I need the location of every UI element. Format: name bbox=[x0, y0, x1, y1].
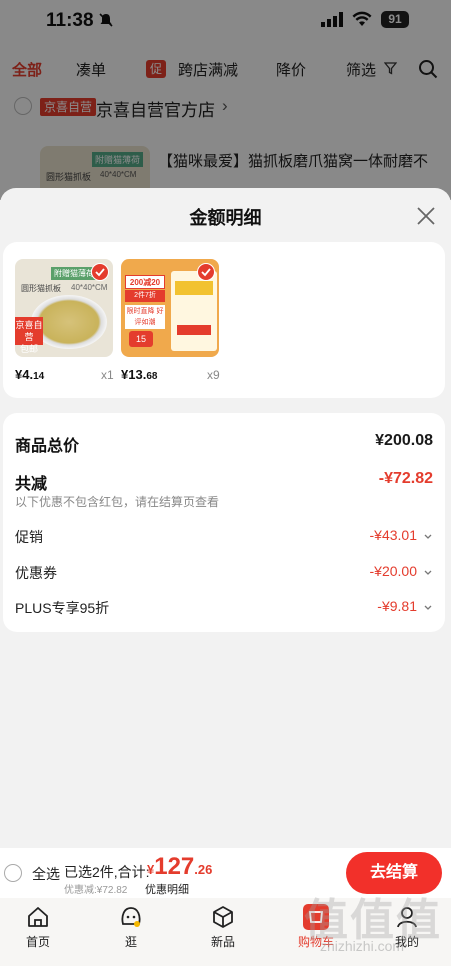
plus-discount-label: PLUS专享95折 bbox=[15, 600, 110, 616]
free-shipping-badge: 京喜自营 包邮 bbox=[15, 317, 43, 354]
tab-home-label: 首页 bbox=[25, 935, 50, 949]
chevron-down-icon bbox=[424, 570, 432, 575]
tab-browse[interactable]: 逛 bbox=[101, 904, 161, 950]
item-scratch-board[interactable]: 附赠猫薄荷 圆形猫抓板 40*40*CM 京喜自营 包邮 ¥4.14 x1 bbox=[15, 259, 114, 382]
image-tag: 附赠猫薄荷 bbox=[51, 267, 97, 280]
total-decimal: .26 bbox=[194, 862, 213, 877]
total-integer: 127 bbox=[154, 853, 195, 880]
check-icon bbox=[197, 263, 215, 281]
amount-detail-sheet: 金额明细 附赠猫薄荷 圆形猫抓板 40*40*CM 京喜自营 包邮 ¥4.14 … bbox=[0, 188, 451, 848]
bag-stripe bbox=[177, 325, 211, 335]
items-card: 附赠猫薄荷 圆形猫抓板 40*40*CM 京喜自营 包邮 ¥4.14 x1 20… bbox=[3, 242, 445, 398]
total-price: ¥127.26 bbox=[147, 853, 212, 881]
image-label: 圆形猫抓板 bbox=[21, 284, 61, 293]
tab-browse-label: 逛 bbox=[124, 935, 137, 949]
item-quantity: x9 bbox=[207, 368, 220, 382]
goods-total-label: 商品总价 bbox=[15, 438, 80, 455]
reduction-value: -¥72.82 bbox=[378, 470, 433, 487]
promo-price-tag: 15 bbox=[129, 331, 153, 347]
promotion-label: 促销 bbox=[15, 529, 43, 545]
item-price: ¥13.68 bbox=[121, 367, 157, 382]
chevron-down-icon bbox=[424, 534, 432, 539]
product-image: 附赠猫薄荷 圆形猫抓板 40*40*CM 京喜自营 包邮 bbox=[15, 259, 113, 357]
bag-label bbox=[175, 281, 213, 295]
selected-count-label: 已选2件,合计: bbox=[64, 864, 150, 880]
badge-line2: 包邮 bbox=[19, 344, 38, 354]
price-decimal: 68 bbox=[146, 371, 158, 382]
cart-page-background: 11:38 91 全部 凑单 促 跨店满减 降价 筛选 京喜自营 京喜自营官方店… bbox=[0, 0, 451, 200]
reduction-label: 共减 bbox=[15, 476, 48, 493]
litter-bag-graphic bbox=[171, 271, 217, 351]
select-all-label[interactable]: 全选 bbox=[32, 864, 60, 884]
goods-total-value: ¥200.08 bbox=[375, 432, 433, 449]
promo-price-drop: 限时直降 好评如潮 bbox=[125, 305, 165, 329]
box-icon bbox=[213, 906, 233, 928]
tab-new[interactable]: 新品 bbox=[193, 904, 253, 950]
item-quantity: x1 bbox=[101, 368, 114, 382]
image-size: 40*40*CM bbox=[71, 283, 108, 292]
price-decimal: 14 bbox=[33, 371, 45, 382]
sheet-title: 金额明细 bbox=[189, 208, 262, 228]
reduction-note: 以下优惠不包含红包，请在结算页查看 bbox=[15, 495, 220, 509]
tab-home[interactable]: 首页 bbox=[8, 904, 68, 950]
product-image: 200减20 2件7折 限时直降 好评如潮 15 bbox=[121, 259, 219, 357]
summary-card: 商品总价 ¥200.08 共减 -¥72.82 以下优惠不包含红包，请在结算页查… bbox=[3, 413, 445, 632]
chevron-down-icon bbox=[424, 605, 432, 610]
browse-face-icon bbox=[121, 907, 141, 927]
home-icon bbox=[28, 907, 48, 927]
promo-discount: 2件7折 bbox=[125, 290, 165, 302]
item-cat-litter[interactable]: 200减20 2件7折 限时直降 好评如潮 15 ¥13.68 x9 bbox=[121, 259, 220, 382]
tab-new-label: 新品 bbox=[210, 935, 235, 949]
watermark-url: zhizhizhi.com bbox=[320, 938, 405, 954]
price-integer: ¥13. bbox=[121, 367, 147, 382]
select-all-radio[interactable] bbox=[4, 864, 22, 882]
saving-text: 优惠减:¥72.82 bbox=[64, 885, 128, 896]
coupon-label: 优惠券 bbox=[15, 565, 57, 581]
price-integer: ¥4. bbox=[15, 367, 34, 382]
item-price: ¥4.14 bbox=[15, 367, 44, 382]
badge-line1: 京喜自营 bbox=[15, 320, 43, 342]
close-icon[interactable] bbox=[414, 204, 438, 228]
promo-full-reduction: 200减20 bbox=[125, 275, 165, 289]
discount-detail-link[interactable]: 优惠明细 bbox=[145, 881, 189, 897]
check-icon bbox=[91, 263, 109, 281]
dim-overlay[interactable] bbox=[0, 0, 451, 200]
